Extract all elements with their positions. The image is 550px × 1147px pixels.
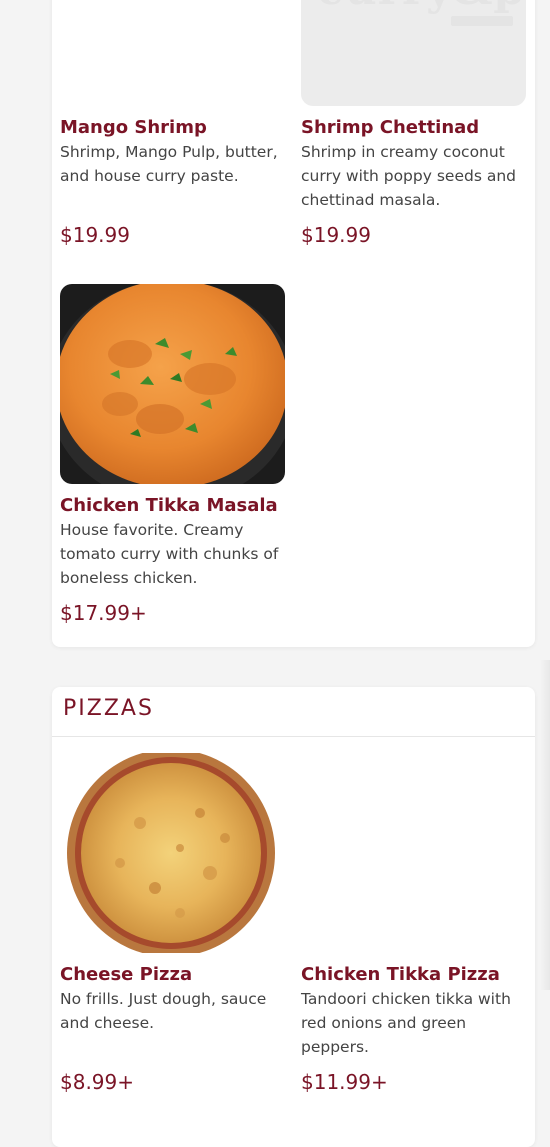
item-description: No frills. Just dough, sauce and cheese.: [60, 990, 267, 1032]
restaurant-logo-watermark: curry&pie: [317, 0, 526, 15]
item-price: $8.99+: [60, 1070, 135, 1094]
item-description: House favorite. Creamy tomato curry with…: [60, 521, 279, 587]
item-description: Shrimp, Mango Pulp, butter, and house cu…: [60, 143, 278, 185]
section-title: PIZZAS: [63, 696, 154, 721]
cheese-pizza-image: [60, 753, 285, 953]
item-name: Cheese Pizza: [60, 964, 193, 985]
pizzas-section-card: PIZZAS Cheese Pizza No frills. Just doug…: [52, 687, 535, 1147]
logo-subtext-mark: [451, 16, 513, 26]
item-name: Mango Shrimp: [60, 117, 207, 138]
item-name: Chicken Tikka Masala: [60, 495, 278, 516]
item-price: $19.99: [60, 223, 130, 247]
item-image-placeholder: curry&pie: [301, 0, 526, 106]
item-price: $19.99: [301, 223, 371, 247]
curries-section-card: Mango Shrimp Shrimp, Mango Pulp, butter,…: [52, 0, 535, 647]
overlay-edge-shadow: [540, 660, 550, 990]
item-name: Chicken Tikka Pizza: [301, 964, 500, 985]
item-price: $17.99+: [60, 601, 147, 625]
item-image-pizza: [60, 753, 285, 953]
item-description: Tandoori chicken tikka with red onions a…: [301, 990, 511, 1056]
section-header: PIZZAS: [52, 687, 535, 737]
item-name: Shrimp Chettinad: [301, 117, 480, 138]
item-description: Shrimp in creamy coconut curry with popp…: [301, 143, 516, 209]
item-price: $11.99+: [301, 1070, 388, 1094]
curry-bowl-image: [60, 284, 285, 484]
item-image-curry-bowl: [60, 284, 285, 484]
